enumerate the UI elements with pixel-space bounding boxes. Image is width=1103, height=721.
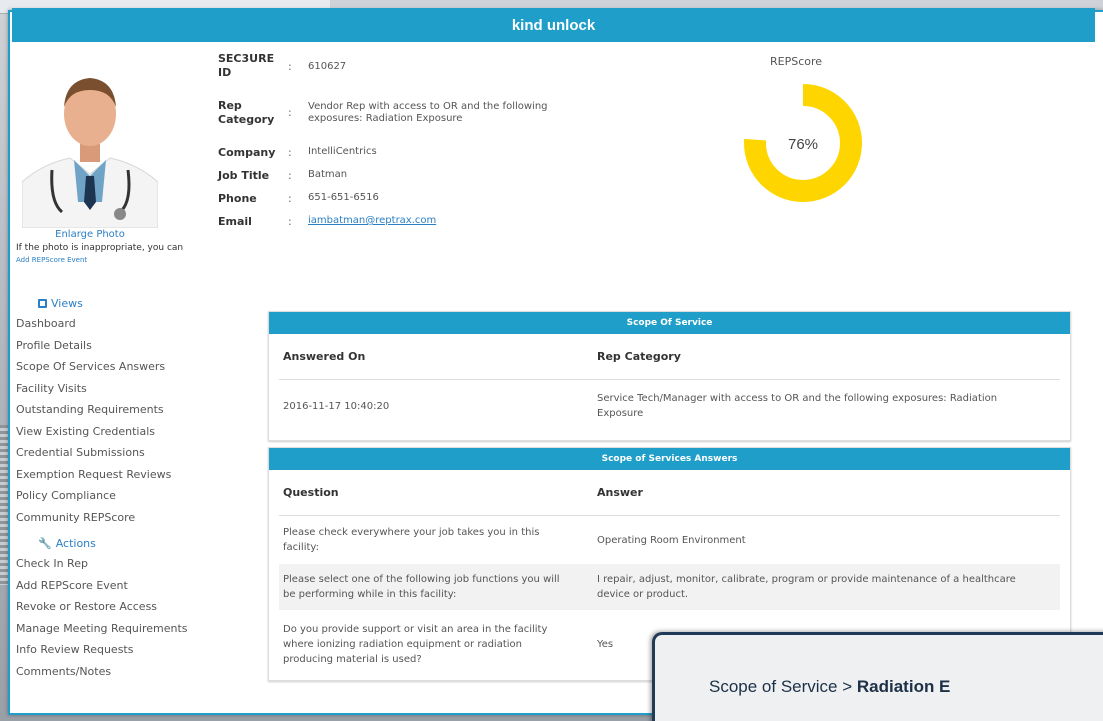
field-value: 610627 [308, 61, 347, 72]
field-job-title: Job Title : Batman [218, 169, 608, 183]
answer-cell: Operating Room Environment [597, 534, 746, 546]
nav-credential-submissions[interactable]: Credential Submissions [16, 442, 216, 464]
nav-check-in-rep[interactable]: Check In Rep [16, 553, 216, 575]
nav-dashboard[interactable]: Dashboard [16, 313, 216, 335]
question-cell: Do you provide support or visit an area … [283, 623, 548, 665]
nav-policy-compliance[interactable]: Policy Compliance [16, 485, 216, 507]
field-secure-id: SEC3URE ID : 610627 [218, 52, 608, 80]
field-label: Email [218, 215, 252, 228]
field-label: Company [218, 146, 276, 159]
repscore-value: 76% [788, 136, 818, 153]
repscore-title: REPScore [770, 55, 823, 68]
table-header: Answered On Rep Category [279, 334, 1060, 380]
field-value: Batman [308, 169, 348, 180]
side-navigation: Views Dashboard Profile Details Scope Of… [16, 294, 216, 682]
field-label: Rep Category [218, 99, 275, 126]
field-separator: : [288, 106, 292, 119]
nav-outstanding-requirements[interactable]: Outstanding Requirements [16, 399, 216, 421]
nav-comments-notes[interactable]: Comments/Notes [16, 661, 216, 683]
repscore-donut: 76% [744, 84, 862, 202]
email-link[interactable]: iambatman@reptrax.com [308, 215, 608, 227]
field-value: Vendor Rep with access to OR and the fol… [308, 101, 548, 124]
field-email: Email : iambatman@reptrax.com [218, 215, 608, 229]
nav-profile-details[interactable]: Profile Details [16, 335, 216, 357]
field-separator: : [288, 192, 292, 205]
field-separator: : [288, 169, 292, 182]
field-value: IntelliCentrics [308, 146, 377, 157]
panel-title: Scope Of Service [269, 312, 1070, 334]
actions-heading: 🔧 Actions [16, 534, 216, 552]
table-header: Question Answer [279, 470, 1060, 516]
nav-scope-of-services-answers[interactable]: Scope Of Services Answers [16, 356, 216, 378]
column-header: Rep Category [597, 350, 681, 363]
table-row: Please check everywhere your job takes y… [279, 516, 1060, 564]
nav-facility-visits[interactable]: Facility Visits [16, 378, 216, 400]
enlarge-photo-link[interactable]: Enlarge Photo [22, 229, 158, 240]
answered-on-cell: 2016-11-17 10:40:20 [283, 400, 390, 412]
photo-note: If the photo is inappropriate, you can A… [16, 242, 186, 266]
nav-view-existing-credentials[interactable]: View Existing Credentials [16, 421, 216, 443]
window-title: kind unlock [12, 8, 1095, 42]
field-label: Job Title [218, 169, 270, 182]
views-icon [38, 298, 47, 308]
panel-title: Scope of Services Answers [269, 448, 1070, 470]
field-phone: Phone : 651-651-6516 [218, 192, 608, 206]
callout-bold-text: Radiation E [856, 677, 951, 696]
nav-revoke-restore-access[interactable]: Revoke or Restore Access [16, 596, 216, 618]
nav-manage-meeting-requirements[interactable]: Manage Meeting Requirements [16, 618, 216, 640]
field-separator: : [288, 60, 292, 73]
wrench-icon: 🔧 [38, 536, 52, 550]
field-value: 651-651-6516 [308, 192, 379, 203]
breadcrumb-callout: Scope of Service > Radiation E [652, 632, 1103, 721]
nav-exemption-request-reviews[interactable]: Exemption Request Reviews [16, 464, 216, 486]
views-label: Views [51, 296, 83, 310]
nav-community-repscore[interactable]: Community REPScore [16, 507, 216, 529]
add-repscore-event-link[interactable]: Add REPScore Event [16, 256, 87, 264]
answer-cell: I repair, adjust, monitor, calibrate, pr… [597, 574, 1016, 600]
field-separator: : [288, 146, 292, 159]
field-separator: : [288, 215, 292, 228]
rep-category-cell: Service Tech/Manager with access to OR a… [597, 393, 998, 419]
field-company: Company : IntelliCentrics [218, 146, 608, 160]
doctor-portrait-image [22, 52, 158, 228]
field-rep-category: Rep Category : Vendor Rep with access to… [218, 99, 578, 127]
table-row: 2016-11-17 10:40:20 Service Tech/Manager… [279, 380, 1060, 432]
views-heading: Views [16, 294, 216, 312]
photo-note-text: If the photo is inappropriate, you can [16, 243, 184, 253]
question-cell: Please select one of the following job f… [283, 574, 560, 600]
rep-photo[interactable] [22, 52, 158, 228]
nav-info-review-requests[interactable]: Info Review Requests [16, 639, 216, 661]
question-cell: Please check everywhere your job takes y… [283, 527, 540, 553]
callout-prefix: Scope of Service > [709, 677, 857, 696]
actions-label: Actions [55, 536, 96, 550]
column-header: Answered On [283, 350, 366, 363]
field-label: SEC3URE ID [218, 52, 275, 79]
field-label: Phone [218, 192, 257, 205]
table-row: Please select one of the following job f… [279, 564, 1060, 610]
nav-add-repscore-event[interactable]: Add REPScore Event [16, 575, 216, 597]
scope-of-service-panel: Scope Of Service Answered On Rep Categor… [268, 311, 1071, 441]
column-header: Answer [597, 486, 643, 499]
column-header: Question [283, 486, 339, 499]
